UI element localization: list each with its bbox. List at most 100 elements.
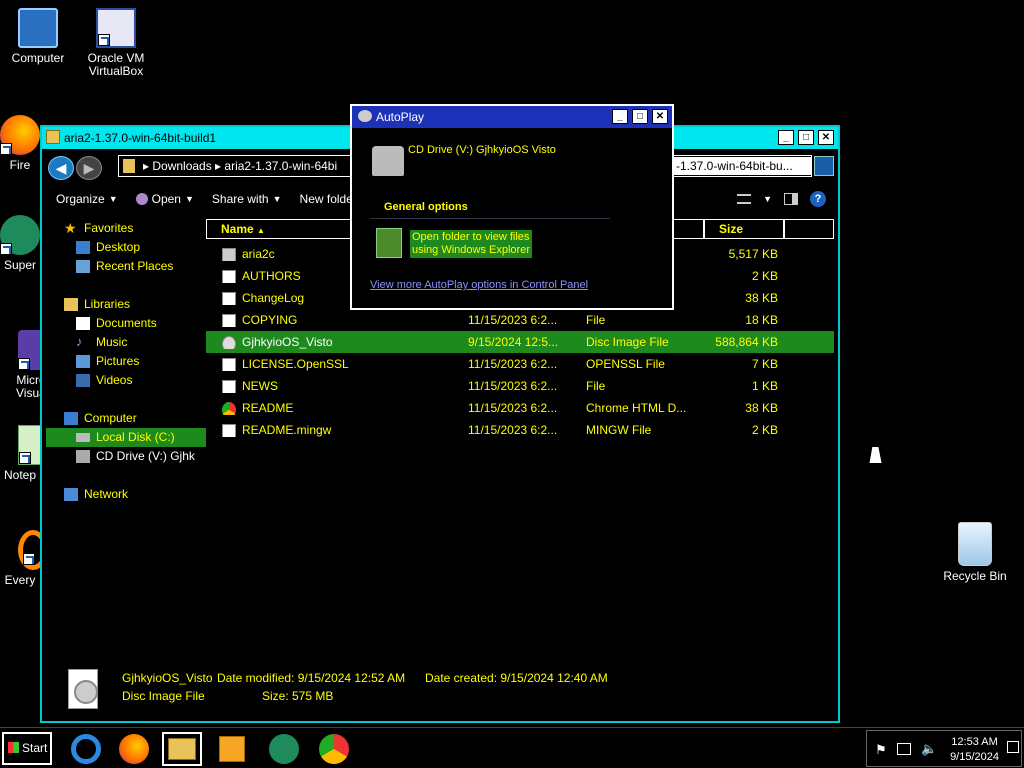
pictures-icon — [76, 355, 90, 368]
file-size: 2 KB — [751, 423, 778, 437]
nav-local-disk[interactable]: Local Disk (C:) — [46, 428, 206, 447]
shortcut-arrow-icon — [19, 452, 31, 464]
open-folder-option[interactable]: Open folder to view files using Windows … — [410, 230, 532, 258]
open-with-icon — [135, 193, 148, 205]
organize-button[interactable]: Organize ▼ — [56, 192, 118, 206]
nav-favorites[interactable]: ★ Favorites — [46, 219, 206, 238]
autoplay-control-panel-link[interactable]: View more AutoPlay options in Control Pa… — [370, 279, 588, 291]
minimize-button[interactable]: _ — [612, 109, 628, 124]
file-type: OPENSSL File — [586, 357, 665, 371]
file-size: 18 KB — [745, 313, 778, 327]
computer-icon — [18, 8, 58, 48]
maximize-button[interactable]: □ — [632, 109, 648, 124]
back-button[interactable]: ◀ — [48, 156, 74, 180]
chevron-down-icon[interactable]: ▼ — [763, 194, 772, 204]
open-button[interactable]: Open ▼ — [135, 192, 194, 206]
nav-label: Documents — [96, 316, 157, 330]
forward-button[interactable]: ▶ — [76, 156, 102, 180]
start-label: Start — [22, 741, 48, 755]
autoplay-drive-label: CD Drive (V:) GjhkyioOS Visto — [408, 144, 556, 156]
start-button[interactable]: Start — [2, 732, 52, 765]
internet-explorer-icon — [71, 734, 101, 764]
help-icon[interactable]: ? — [810, 191, 826, 207]
nav-libraries[interactable]: Libraries — [46, 295, 206, 314]
file-name: COPYING — [242, 313, 298, 327]
file-row-selected[interactable]: GjhkyioOS_Visto 9/15/2024 12:5... Disc I… — [206, 331, 834, 353]
nav-videos[interactable]: Videos — [46, 371, 206, 390]
file-date: 11/15/2023 6:2... — [468, 313, 558, 327]
desktop-icon-recycle-bin[interactable]: Recycle Bin — [935, 522, 1015, 583]
shortcut-arrow-icon — [0, 243, 12, 255]
desktop-icon-computer[interactable]: Computer — [0, 8, 78, 65]
column-header-extra[interactable] — [784, 219, 834, 238]
folder-icon — [123, 159, 135, 173]
volume-muted-icon[interactable]: 🔈 — [921, 741, 937, 757]
flag-icon[interactable]: ⚑ — [875, 742, 887, 758]
nav-pictures[interactable]: Pictures — [46, 352, 206, 371]
taskbar-app[interactable] — [264, 732, 304, 766]
file-row[interactable]: README.mingw 11/15/2023 6:2... MINGW Fil… — [206, 419, 834, 441]
clock-date: 9/15/2024 — [950, 751, 999, 763]
documents-icon — [76, 317, 90, 330]
chevron-down-icon: ▼ — [272, 194, 282, 204]
taskbar-firefox[interactable] — [114, 732, 154, 766]
maximize-button[interactable]: □ — [798, 130, 814, 145]
executable-icon — [222, 248, 236, 261]
column-header-label: Size — [719, 222, 744, 236]
file-row[interactable]: COPYING 11/15/2023 6:2... File 18 KB — [206, 309, 834, 331]
desktop-icon-virtualbox[interactable]: Oracle VM VirtualBox — [76, 8, 156, 78]
show-desktop-button[interactable] — [1007, 741, 1019, 753]
clock[interactable]: 12:53 AM 9/15/2024 — [950, 735, 999, 765]
search-icon[interactable] — [814, 156, 834, 176]
hard-drive-icon — [76, 433, 90, 442]
view-options-icon[interactable] — [737, 194, 752, 204]
column-header-size[interactable]: Size — [704, 219, 784, 238]
nav-music[interactable]: ♪ Music — [46, 333, 206, 352]
nav-computer[interactable]: Computer — [46, 409, 206, 428]
file-type: MINGW File — [586, 423, 652, 437]
taskbar-media-player[interactable] — [212, 732, 252, 766]
folder-icon — [168, 738, 196, 760]
firefox-icon — [119, 734, 149, 764]
file-icon — [222, 358, 236, 371]
file-row[interactable]: README 11/15/2023 6:2... Chrome HTML D..… — [206, 397, 834, 419]
new-folder-button[interactable]: New folde — [300, 192, 353, 206]
desktop-icon-label: Super — [3, 258, 37, 272]
close-button[interactable]: ✕ — [652, 109, 668, 124]
file-icon — [222, 270, 236, 283]
taskbar-chrome[interactable] — [314, 732, 354, 766]
file-type: Chrome HTML D... — [586, 401, 687, 415]
file-name: README.mingw — [242, 423, 332, 437]
sort-ascending-icon: ▲ — [257, 226, 265, 235]
nav-desktop[interactable]: Desktop — [46, 238, 206, 257]
taskbar-internet-explorer[interactable] — [66, 732, 106, 766]
window-title: aria2-1.37.0-win-64bit-build1 — [64, 131, 217, 145]
nav-recent-places[interactable]: Recent Places — [46, 257, 206, 276]
address-path-tail[interactable]: -1.37.0-win-64bit-bu... — [672, 157, 812, 175]
network-icon[interactable] — [897, 743, 911, 755]
desktop-icon-label: Notep — [3, 468, 37, 482]
nav-cd-drive[interactable]: CD Drive (V:) Gjhk — [46, 447, 206, 466]
libraries-icon — [64, 298, 78, 311]
app-icon — [269, 734, 299, 764]
taskbar: Start ⚑ 🔈 12:53 AM 9/15/2024 — [0, 727, 1024, 768]
autoplay-dialog[interactable]: AutoPlay _ □ ✕ CD Drive (V:) GjhkyioOS V… — [350, 104, 674, 310]
taskbar-explorer[interactable] — [162, 732, 202, 766]
folder-icon — [376, 228, 402, 258]
minimize-button[interactable]: _ — [778, 130, 794, 145]
close-button[interactable]: ✕ — [818, 130, 834, 145]
file-row[interactable]: LICENSE.OpenSSL 11/15/2023 6:2... OPENSS… — [206, 353, 834, 375]
file-icon — [222, 380, 236, 393]
autoplay-titlebar[interactable]: AutoPlay _ □ ✕ — [352, 106, 672, 128]
file-row[interactable]: NEWS 11/15/2023 6:2... File 1 KB — [206, 375, 834, 397]
nav-network[interactable]: Network — [46, 485, 206, 504]
preview-pane-icon[interactable] — [784, 193, 798, 205]
details-pane: GjhkyioOS_Visto Disc Image File Date mod… — [42, 661, 838, 721]
clock-time: 12:53 AM — [951, 736, 998, 748]
file-icon — [222, 424, 236, 437]
nav-documents[interactable]: Documents — [46, 314, 206, 333]
new-folder-label: New folde — [299, 192, 353, 206]
file-type: File — [586, 379, 606, 393]
shortcut-arrow-icon — [98, 34, 110, 46]
share-with-button[interactable]: Share with ▼ — [212, 192, 282, 206]
